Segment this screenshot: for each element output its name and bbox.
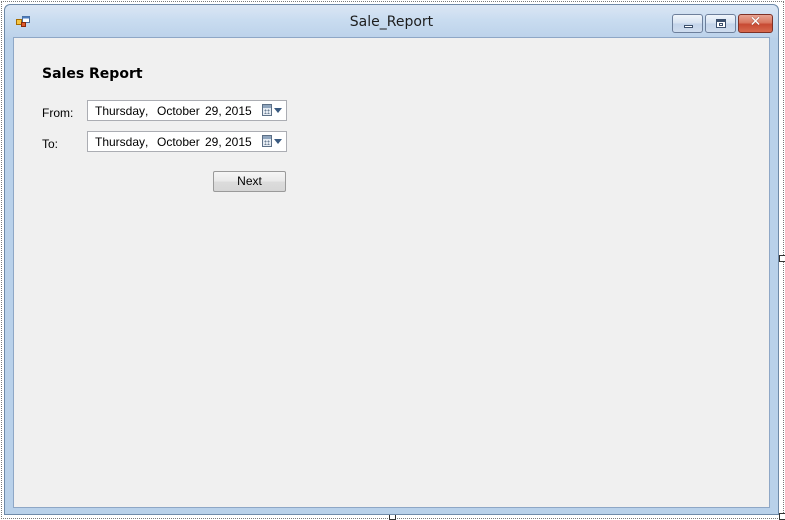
title-bar[interactable]: Sale_Report ✕	[5, 5, 778, 38]
maximize-icon	[716, 19, 726, 28]
calendar-icon	[262, 135, 272, 147]
from-separator: ,	[145, 104, 149, 118]
from-day[interactable]: 29,	[205, 104, 222, 118]
form-window: Sale_Report ✕ Sales Report From: Thursda…	[4, 4, 779, 515]
from-calendar-dropdown-button[interactable]	[260, 103, 284, 118]
from-day-of-week[interactable]: Thursday	[95, 104, 145, 118]
from-date-picker[interactable]: Thursday , October 29, 2015	[87, 100, 287, 121]
window-title: Sale_Report	[349, 14, 434, 30]
next-button[interactable]: Next	[213, 171, 286, 192]
to-label: To:	[42, 137, 59, 151]
close-button[interactable]: ✕	[738, 14, 773, 33]
minimize-icon	[684, 25, 693, 28]
resize-grip-corner[interactable]	[779, 513, 785, 520]
form-client-area: Sales Report From: Thursday , October 29…	[13, 37, 770, 508]
to-year[interactable]: 2015	[225, 135, 252, 149]
resize-grip-right[interactable]	[779, 255, 785, 262]
chevron-down-icon	[274, 108, 282, 113]
from-year[interactable]: 2015	[225, 104, 252, 118]
to-month[interactable]: October	[157, 135, 200, 149]
from-label: From:	[42, 106, 74, 120]
to-day[interactable]: 29,	[205, 135, 222, 149]
page-title: Sales Report	[42, 66, 143, 82]
minimize-button[interactable]	[672, 14, 703, 33]
to-date-picker[interactable]: Thursday , October 29, 2015	[87, 131, 287, 152]
calendar-icon	[262, 104, 272, 116]
to-day-of-week[interactable]: Thursday	[95, 135, 145, 149]
from-month[interactable]: October	[157, 104, 200, 118]
maximize-button[interactable]	[705, 14, 736, 33]
chevron-down-icon	[274, 139, 282, 144]
to-calendar-dropdown-button[interactable]	[260, 134, 284, 149]
to-separator: ,	[145, 135, 149, 149]
close-icon: ✕	[749, 14, 762, 30]
form-designer-surface: Sale_Report ✕ Sales Report From: Thursda…	[0, 0, 785, 520]
